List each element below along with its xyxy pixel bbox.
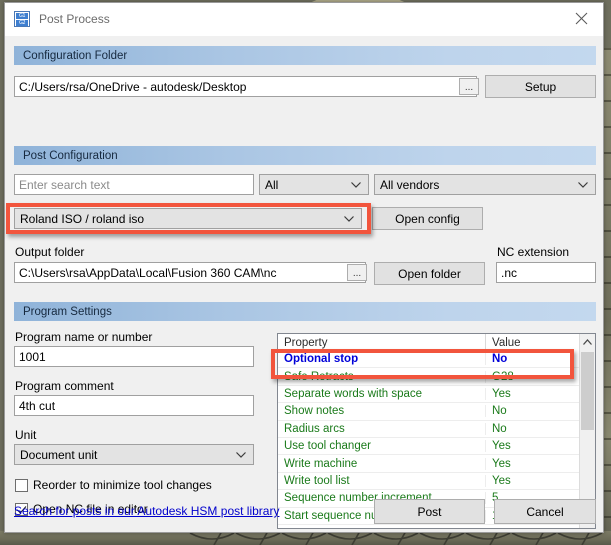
property-cell: Separate words with space [278,387,486,400]
dialog-titlebar: G1 G2 Post Process [5,3,603,36]
post-button[interactable]: Post [374,499,485,524]
property-cell: Optional stop [278,353,486,366]
table-row[interactable]: Optional stop No [278,351,580,369]
program-name-value: 1001 [19,349,46,364]
section-header-program-settings: Program Settings [14,302,596,321]
scrollbar-thumb[interactable] [581,352,594,430]
table-row[interactable]: Separate words with space Yes [278,385,580,404]
unit-value: Document unit [20,447,98,462]
value-cell: No [492,405,507,418]
post-configuration-value: Roland ISO / roland iso [20,211,145,226]
section-header-post-configuration: Post Configuration [14,146,596,165]
value-cell: G28 [492,370,514,383]
chevron-down-icon [351,181,361,188]
cancel-button-label: Cancel [526,504,564,519]
section-header-configuration-folder: Configuration Folder [14,46,596,65]
value-cell: Yes [492,474,511,487]
program-name-input[interactable]: 1001 [14,346,254,367]
value-column-header: Value [492,336,521,349]
table-row[interactable]: Use tool changer Yes [278,437,580,456]
nc-extension-value: .nc [501,265,518,280]
post-process-dialog: G1 G2 Post Process Configuration Folder … [4,2,604,533]
post-vendor-select[interactable]: All vendors [374,174,596,195]
close-button[interactable] [559,3,603,34]
open-config-button[interactable]: Open config [372,207,483,230]
program-comment-value: 4th cut [19,398,56,413]
post-category-value: All [265,177,279,192]
cancel-button[interactable]: Cancel [494,499,596,524]
nc-extension-label: NC extension [497,245,570,259]
chevron-down-icon [236,451,246,458]
table-row[interactable]: Write machine Yes [278,455,580,473]
value-cell: Yes [492,387,511,400]
dialog-footer: Search for posts in our Autodesk HSM pos… [5,490,603,534]
nc-extension-input[interactable]: .nc [496,262,596,283]
setup-button[interactable]: Setup [485,75,596,98]
output-folder-input[interactable]: C:\Users\rsa\AppData\Local\Fusion 360 CA… [14,262,366,283]
open-config-button-label: Open config [395,211,460,226]
dialog-title: Post Process [39,12,110,26]
property-cell: Write machine [278,457,486,470]
section-header-configuration-folder-label: Configuration Folder [23,49,128,62]
gcode-icon: G1 G2 [14,11,30,27]
post-category-select[interactable]: All [259,174,369,195]
table-row[interactable]: Safe Retracts G28 [278,368,580,386]
config-folder-path-input[interactable]: C:/Users/rsa/OneDrive - autodesk/Desktop [14,76,477,97]
value-cell: Yes [492,440,511,453]
chevron-down-icon [578,181,588,188]
gcode-icon-line2: G2 [16,20,28,26]
post-search-placeholder: Enter search text [19,177,110,192]
section-header-program-settings-label: Program Settings [23,305,112,318]
config-folder-browse-label: ... [464,82,474,93]
property-cell: Show notes [278,405,486,418]
chevron-down-icon [344,215,354,222]
output-folder-browse-label: ... [352,268,362,279]
unit-label: Unit [15,428,37,442]
property-cell: Write tool list [278,474,486,487]
output-folder-value: C:\Users\rsa\AppData\Local\Fusion 360 CA… [19,265,277,280]
section-header-post-configuration-label: Post Configuration [23,149,118,162]
output-folder-browse-button[interactable]: ... [347,264,367,281]
hsm-post-library-link[interactable]: Search for posts in our Autodesk HSM pos… [14,504,279,518]
chevron-up-icon [583,339,592,345]
config-folder-path-value: C:/Users/rsa/OneDrive - autodesk/Desktop [19,79,247,94]
value-cell: Yes [492,457,511,470]
close-icon [575,12,587,25]
post-search-input[interactable]: Enter search text [14,174,254,195]
program-name-label: Program name or number [15,330,153,344]
value-cell: No [492,422,507,435]
post-vendor-value: All vendors [380,177,440,192]
property-cell: Safe Retracts [278,370,486,383]
open-folder-button-label: Open folder [398,266,461,281]
program-comment-label: Program comment [15,379,114,393]
value-cell: No [492,353,508,366]
config-folder-browse-button[interactable]: ... [459,78,479,95]
program-comment-input[interactable]: 4th cut [14,395,254,416]
table-row[interactable]: Write tool list Yes [278,472,580,491]
property-cell: Use tool changer [278,440,486,453]
property-cell: Radius arcs [278,422,486,435]
open-folder-button[interactable]: Open folder [374,262,485,285]
gcode-icon-line1: G1 [16,13,28,19]
dialog-body: Configuration Folder C:/Users/rsa/OneDri… [5,36,603,534]
post-button-label: Post [417,504,442,519]
unit-select[interactable]: Document unit [14,444,254,465]
table-row[interactable]: Show notes No [278,403,580,421]
table-row[interactable]: Radius arcs No [278,420,580,438]
setup-button-label: Setup [524,79,557,94]
post-configuration-select[interactable]: Roland ISO / roland iso [14,208,362,229]
property-column-header: Property [278,334,486,351]
property-grid-header: Property Value [278,334,595,352]
scroll-up-button[interactable] [580,334,595,350]
output-folder-label: Output folder [15,245,85,259]
